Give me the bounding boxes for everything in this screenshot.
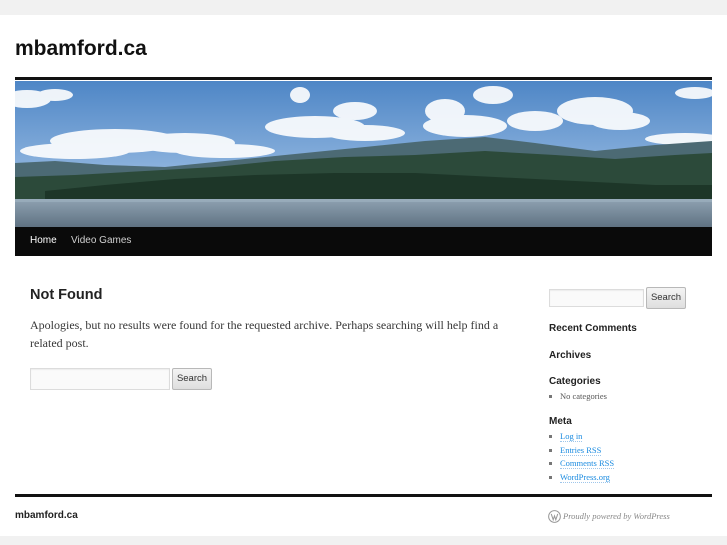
list-item: WordPress.org bbox=[549, 471, 614, 486]
powered-by-link[interactable]: Proudly powered by WordPress bbox=[563, 511, 670, 521]
list-item: Comments RSS bbox=[549, 458, 615, 472]
primary-nav: Home Video Games bbox=[15, 227, 712, 256]
bullet-icon bbox=[549, 395, 552, 398]
nav-item-home[interactable]: Home bbox=[30, 235, 57, 246]
categories-title: Categories bbox=[549, 376, 601, 387]
bullet-icon bbox=[549, 475, 552, 479]
footer-rule bbox=[15, 494, 712, 497]
meta-list: Log in Entries RSS Comments RSS WordPres… bbox=[549, 431, 615, 486]
nav-item-video-games[interactable]: Video Games bbox=[71, 235, 131, 246]
archives-title: Archives bbox=[549, 350, 592, 361]
list-item: Log in bbox=[549, 431, 614, 445]
meta-link-entries-rss[interactable]: Entries RSS bbox=[560, 444, 602, 456]
meta-title: Meta bbox=[549, 416, 572, 427]
sidebar-search-input[interactable] bbox=[549, 289, 644, 307]
bullet-icon bbox=[549, 462, 552, 465]
page: mbamford.ca Home Video Games Not Found A… bbox=[0, 15, 727, 536]
bullet-icon bbox=[549, 448, 552, 452]
meta-link-log-in[interactable]: Log in bbox=[560, 431, 583, 442]
category-empty-label: No categories bbox=[560, 391, 607, 401]
main-search-input[interactable] bbox=[30, 368, 170, 390]
not-found-heading: Not Found bbox=[30, 287, 103, 303]
wordpress-icon[interactable] bbox=[548, 510, 561, 523]
meta-link-comments-rss[interactable]: Comments RSS bbox=[560, 458, 615, 469]
list-item: No categories bbox=[549, 391, 607, 405]
header-banner-image[interactable] bbox=[15, 81, 712, 227]
footer-site-title[interactable]: mbamford.ca bbox=[15, 510, 78, 521]
categories-list: No categories bbox=[549, 391, 607, 405]
header-rule bbox=[15, 77, 712, 80]
not-found-message: Apologies, but no results were found for… bbox=[30, 318, 499, 350]
list-item: Entries RSS bbox=[549, 444, 614, 459]
sidebar-search-button[interactable]: Search bbox=[646, 287, 686, 309]
main-search-button[interactable]: Search bbox=[172, 368, 212, 390]
bullet-icon bbox=[549, 435, 552, 438]
meta-link-wordpress-org[interactable]: WordPress.org bbox=[560, 471, 610, 483]
recent-comments-title: Recent Comments bbox=[549, 323, 637, 334]
site-title[interactable]: mbamford.ca bbox=[15, 37, 147, 61]
